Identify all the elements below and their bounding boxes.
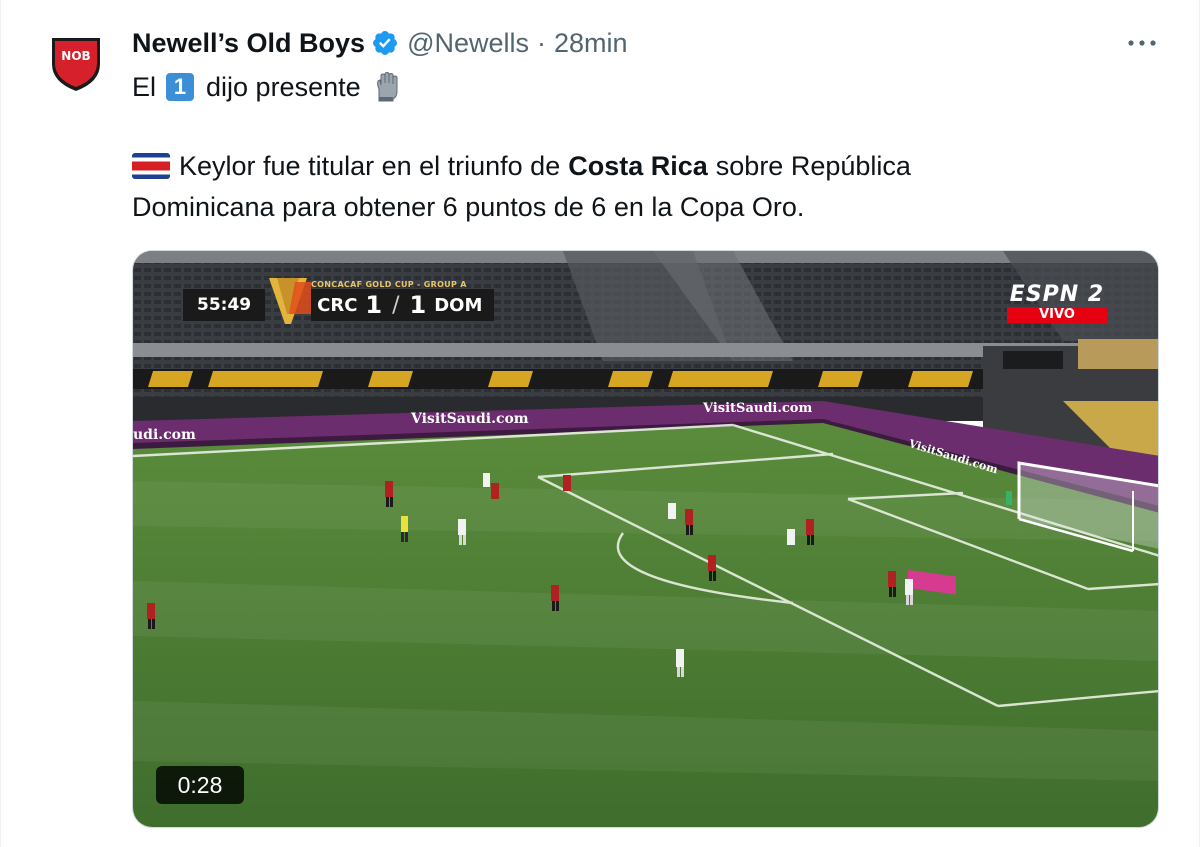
match-clock: 55:49 (183, 289, 266, 321)
away-team: DOM (434, 294, 483, 316)
score-separator: / (392, 292, 400, 318)
video-duration-badge: 0:28 (156, 766, 244, 804)
costa-rica-flag-emoji (132, 153, 170, 179)
home-team: CRC (317, 294, 358, 316)
ad-board-text-1: udi.com (133, 427, 196, 443)
video-frame (133, 251, 1158, 827)
author-name[interactable]: Newell’s Old Boys (132, 28, 365, 59)
ad-board-text-3: VisitSaudi.com (703, 401, 813, 416)
avatar[interactable]: NOB (50, 34, 102, 92)
text-dijo-presente: dijo presente (206, 72, 361, 102)
tweet-card[interactable]: NOB Newell’s Old Boys @Newells · 28min E… (0, 0, 1200, 847)
video-player[interactable]: udi.com VisitSaudi.com VisitSaudi.com Vi… (132, 250, 1159, 828)
goalkeeper-glove-emoji (376, 71, 398, 102)
text-keylor: Keylor fue titular en el triunfo de (179, 151, 561, 181)
live-badge: VIVO (1007, 307, 1107, 323)
tweet-text-line-3: Dominicana para obtener 6 puntos de 6 en… (132, 192, 805, 222)
verified-badge-icon (373, 31, 398, 55)
more-options-icon[interactable] (1125, 30, 1159, 56)
text-sobre: sobre República (715, 151, 911, 181)
broadcaster-name: ESPN 2 (1009, 282, 1105, 307)
tweet-text-line-2: Keylor fue titular en el triunfo de Cost… (132, 146, 911, 186)
scoreboard: 55:49 CRC 1 / 1 DOM (183, 278, 495, 324)
text-costa-rica: Costa Rica (568, 151, 708, 181)
author-handle[interactable]: @Newells (407, 28, 529, 59)
separator-dot: · (537, 27, 547, 58)
away-score: 1 (409, 291, 427, 319)
text-el: El (132, 72, 157, 102)
tweet-text-line-1: El 1 dijo presente (132, 67, 403, 107)
tweet-header: Newell’s Old Boys @Newells · 28min (132, 24, 628, 62)
timestamp[interactable]: 28min (554, 28, 628, 59)
gold-cup-logo-icon (269, 278, 312, 324)
keycap-one-emoji: 1 (166, 73, 195, 101)
score-panel: CRC 1 / 1 DOM (311, 289, 495, 321)
ad-board-text-2: VisitSaudi.com (411, 411, 529, 427)
broadcaster-logo: ESPN 2 VIVO (1007, 283, 1107, 323)
avatar-label: NOB (61, 49, 90, 63)
home-score: 1 (365, 291, 383, 319)
